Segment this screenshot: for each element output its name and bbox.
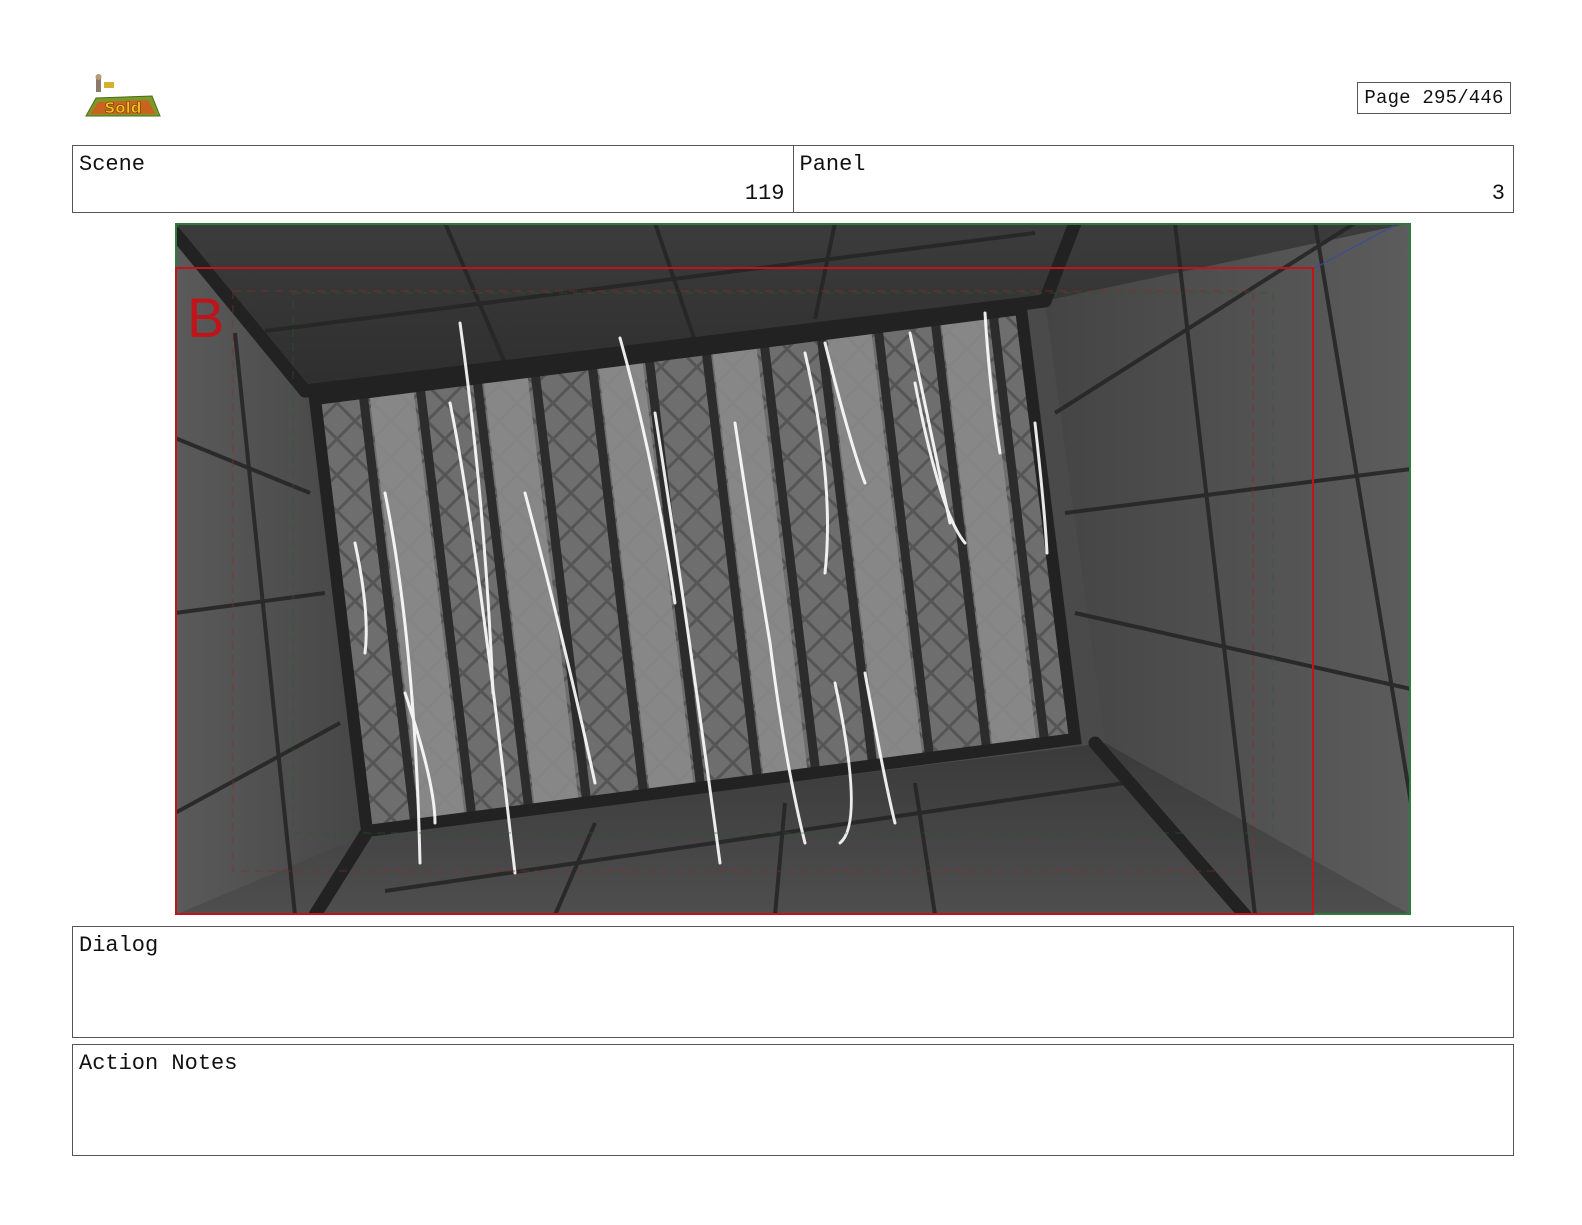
panel-label: Panel <box>799 152 866 177</box>
panel-cell: Panel 3 <box>792 146 1514 212</box>
scene-panel-header: Scene 119 Panel 3 <box>72 145 1514 213</box>
scene-cell: Scene 119 <box>73 146 793 212</box>
dialog-box[interactable]: Dialog <box>72 926 1514 1038</box>
show-logo-icon: Sold <box>85 74 161 117</box>
svg-text:Sold: Sold <box>105 99 142 117</box>
scene-label: Scene <box>79 152 146 177</box>
scene-number: 119 <box>744 181 785 206</box>
dialog-label: Dialog <box>79 933 159 958</box>
page-number: Page 295/446 <box>1357 82 1511 114</box>
action-notes-label: Action Notes <box>79 1051 238 1076</box>
storyboard-frame: B <box>175 223 1411 915</box>
storyboard-drawing: B <box>175 223 1411 915</box>
action-notes-box[interactable]: Action Notes <box>72 1044 1514 1156</box>
panel-number: 3 <box>1491 181 1505 206</box>
show-logo: Sold <box>82 72 162 122</box>
layer-marker: B <box>187 286 224 349</box>
